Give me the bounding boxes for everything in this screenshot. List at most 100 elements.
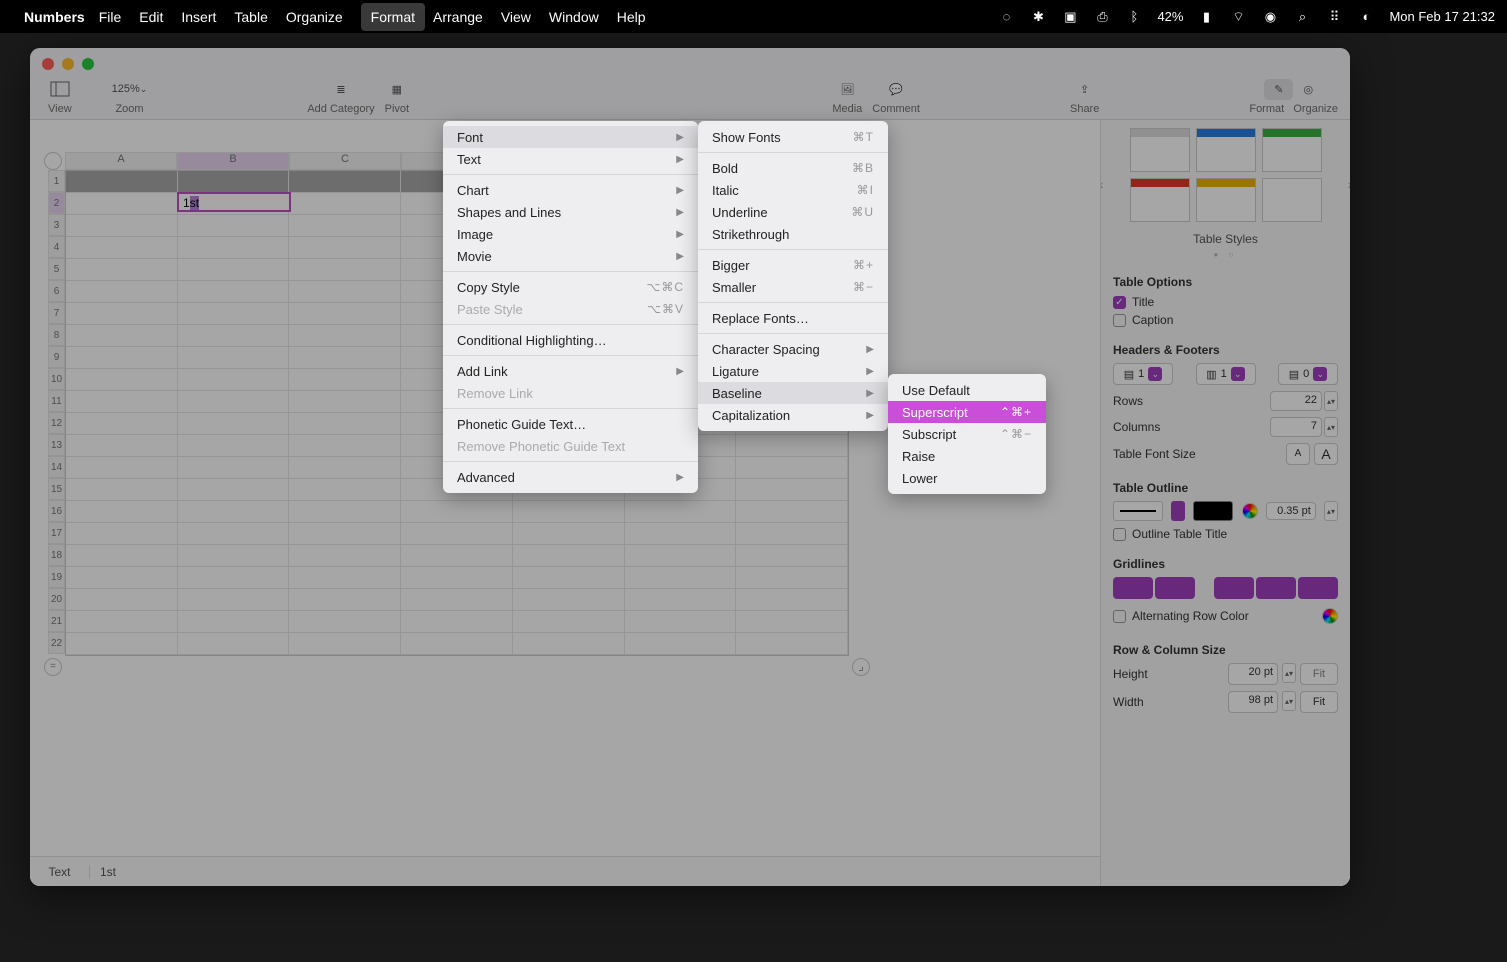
row-4[interactable]: 4 xyxy=(48,236,65,258)
col-C[interactable]: C xyxy=(289,152,401,170)
outline-width-input[interactable]: 0.35 pt xyxy=(1266,502,1316,520)
menu-item-replace-fonts-[interactable]: Replace Fonts… xyxy=(698,307,888,329)
toolbar-pivot[interactable]: ▦ Pivot xyxy=(385,77,409,115)
bluetooth-icon[interactable]: ᛒ xyxy=(1125,8,1143,26)
toolbar-comment[interactable]: 💬 Comment xyxy=(872,77,920,115)
menu-item-movie[interactable]: Movie▶ xyxy=(443,245,698,267)
toolbar-share[interactable]: ⇪ Share xyxy=(1070,77,1099,115)
user-icon[interactable]: ◉ xyxy=(1261,8,1279,26)
row-9[interactable]: 9 xyxy=(48,346,65,368)
title-checkbox[interactable]: ✓Title xyxy=(1113,295,1338,309)
row-13[interactable]: 13 xyxy=(48,434,65,456)
row-2[interactable]: 2 xyxy=(48,192,65,214)
menu-window[interactable]: Window xyxy=(549,9,599,25)
table-row[interactable] xyxy=(66,589,848,611)
row-6[interactable]: 6 xyxy=(48,280,65,302)
styles-prev-button[interactable]: ‹ xyxy=(1100,176,1104,192)
outline-style-selector[interactable] xyxy=(1113,501,1163,521)
menu-item-bold[interactable]: Bold⌘B xyxy=(698,157,888,179)
outline-style-chevron-icon[interactable] xyxy=(1171,501,1185,521)
altrow-color-picker-icon[interactable] xyxy=(1322,608,1338,624)
cols-stepper[interactable]: ▴▾ xyxy=(1324,417,1338,437)
toolbar-view[interactable]: View xyxy=(48,77,72,115)
table-style-6[interactable] xyxy=(1262,178,1322,222)
spotlight-icon[interactable]: ⌕ xyxy=(1293,8,1311,26)
attachment-icon[interactable]: ⎙ xyxy=(1093,8,1111,26)
outline-title-checkbox[interactable]: Outline Table Title xyxy=(1113,527,1338,541)
styles-next-button[interactable]: › xyxy=(1347,176,1350,192)
gridlines-header-h-button[interactable] xyxy=(1214,577,1254,599)
formula-value[interactable]: 1st xyxy=(90,865,116,879)
control-center-icon[interactable]: ⠿ xyxy=(1325,8,1343,26)
row-7[interactable]: 7 xyxy=(48,302,65,324)
resize-table-handle[interactable]: ⌟ xyxy=(852,658,870,676)
fontsize-smaller-button[interactable]: A xyxy=(1286,443,1310,465)
menu-item-advanced[interactable]: Advanced▶ xyxy=(443,466,698,488)
menu-arrange[interactable]: Arrange xyxy=(433,9,483,25)
table-row[interactable] xyxy=(66,501,848,523)
menu-item-shapes-and-lines[interactable]: Shapes and Lines▶ xyxy=(443,201,698,223)
gridlines-vert-button[interactable] xyxy=(1155,577,1195,599)
screenshare-icon[interactable]: ▣ xyxy=(1061,8,1079,26)
table-corner-handle[interactable] xyxy=(44,152,62,170)
outline-width-stepper[interactable]: ▴▾ xyxy=(1324,501,1338,521)
outline-color-well[interactable] xyxy=(1193,501,1233,521)
row-19[interactable]: 19 xyxy=(48,566,65,588)
row-20[interactable]: 20 xyxy=(48,588,65,610)
menu-item-font[interactable]: Font▶ xyxy=(443,126,698,148)
close-window-button[interactable] xyxy=(42,58,54,70)
menu-item-capitalization[interactable]: Capitalization▶ xyxy=(698,404,888,426)
width-fit-button[interactable]: Fit xyxy=(1300,691,1338,713)
menu-insert[interactable]: Insert xyxy=(181,9,216,25)
menu-item-ligature[interactable]: Ligature▶ xyxy=(698,360,888,382)
add-row-handle[interactable]: = xyxy=(44,658,62,676)
menu-item-image[interactable]: Image▶ xyxy=(443,223,698,245)
height-input[interactable]: 20 pt xyxy=(1228,663,1278,685)
fontsize-bigger-button[interactable]: A xyxy=(1314,443,1338,465)
altrow-checkbox[interactable]: Alternating Row Color xyxy=(1113,609,1249,623)
menu-item-subscript[interactable]: Subscript⌃⌘− xyxy=(888,423,1046,445)
row-18[interactable]: 18 xyxy=(48,544,65,566)
table-style-2[interactable] xyxy=(1196,128,1256,172)
row-11[interactable]: 11 xyxy=(48,390,65,412)
toolbar-zoom[interactable]: 125% ⌄ Zoom xyxy=(112,77,148,115)
siri-icon[interactable]: ◐ xyxy=(1357,8,1375,26)
menu-view[interactable]: View xyxy=(501,9,531,25)
table-row[interactable] xyxy=(66,633,848,655)
menu-item-baseline[interactable]: Baseline▶ xyxy=(698,382,888,404)
menu-item-lower[interactable]: Lower xyxy=(888,467,1046,489)
wifi-icon[interactable]: ⌔ xyxy=(1229,8,1247,26)
header-cols-selector[interactable]: ▥ 1⌄ xyxy=(1196,363,1256,385)
outline-color-picker-icon[interactable] xyxy=(1242,503,1258,519)
height-fit-button[interactable]: Fit xyxy=(1300,663,1338,685)
table-row[interactable] xyxy=(66,567,848,589)
menu-item-add-link[interactable]: Add Link▶ xyxy=(443,360,698,382)
row-16[interactable]: 16 xyxy=(48,500,65,522)
menu-item-underline[interactable]: Underline⌘U xyxy=(698,201,888,223)
styles-page-dots[interactable]: ● ○ xyxy=(1113,250,1338,259)
table-row[interactable] xyxy=(66,611,848,633)
table-row[interactable] xyxy=(66,523,848,545)
menu-item-use-default[interactable]: Use Default xyxy=(888,379,1046,401)
gridlines-header-v-button[interactable] xyxy=(1256,577,1296,599)
width-input[interactable]: 98 pt xyxy=(1228,691,1278,713)
width-stepper[interactable]: ▴▾ xyxy=(1282,691,1296,711)
row-22[interactable]: 22 xyxy=(48,632,65,654)
menu-item-bigger[interactable]: Bigger⌘+ xyxy=(698,254,888,276)
gridlines-footer-button[interactable] xyxy=(1298,577,1338,599)
menu-item-conditional-highlighting-[interactable]: Conditional Highlighting… xyxy=(443,329,698,351)
menu-item-raise[interactable]: Raise xyxy=(888,445,1046,467)
row-1[interactable]: 1 xyxy=(48,170,65,192)
app-icon[interactable]: ✱ xyxy=(1029,8,1047,26)
menu-item-text[interactable]: Text▶ xyxy=(443,148,698,170)
rows-input[interactable]: 22 xyxy=(1270,391,1322,411)
row-21[interactable]: 21 xyxy=(48,610,65,632)
menu-item-superscript[interactable]: Superscript⌃⌘+ xyxy=(888,401,1046,423)
app-name[interactable]: Numbers xyxy=(24,9,85,25)
menu-organize[interactable]: Organize xyxy=(286,9,343,25)
gridlines-horiz-button[interactable] xyxy=(1113,577,1153,599)
cloud-icon[interactable]: ◌ xyxy=(997,8,1015,26)
menu-file[interactable]: File xyxy=(99,9,122,25)
caption-checkbox[interactable]: Caption xyxy=(1113,313,1338,327)
menu-format[interactable]: Format xyxy=(361,3,425,31)
